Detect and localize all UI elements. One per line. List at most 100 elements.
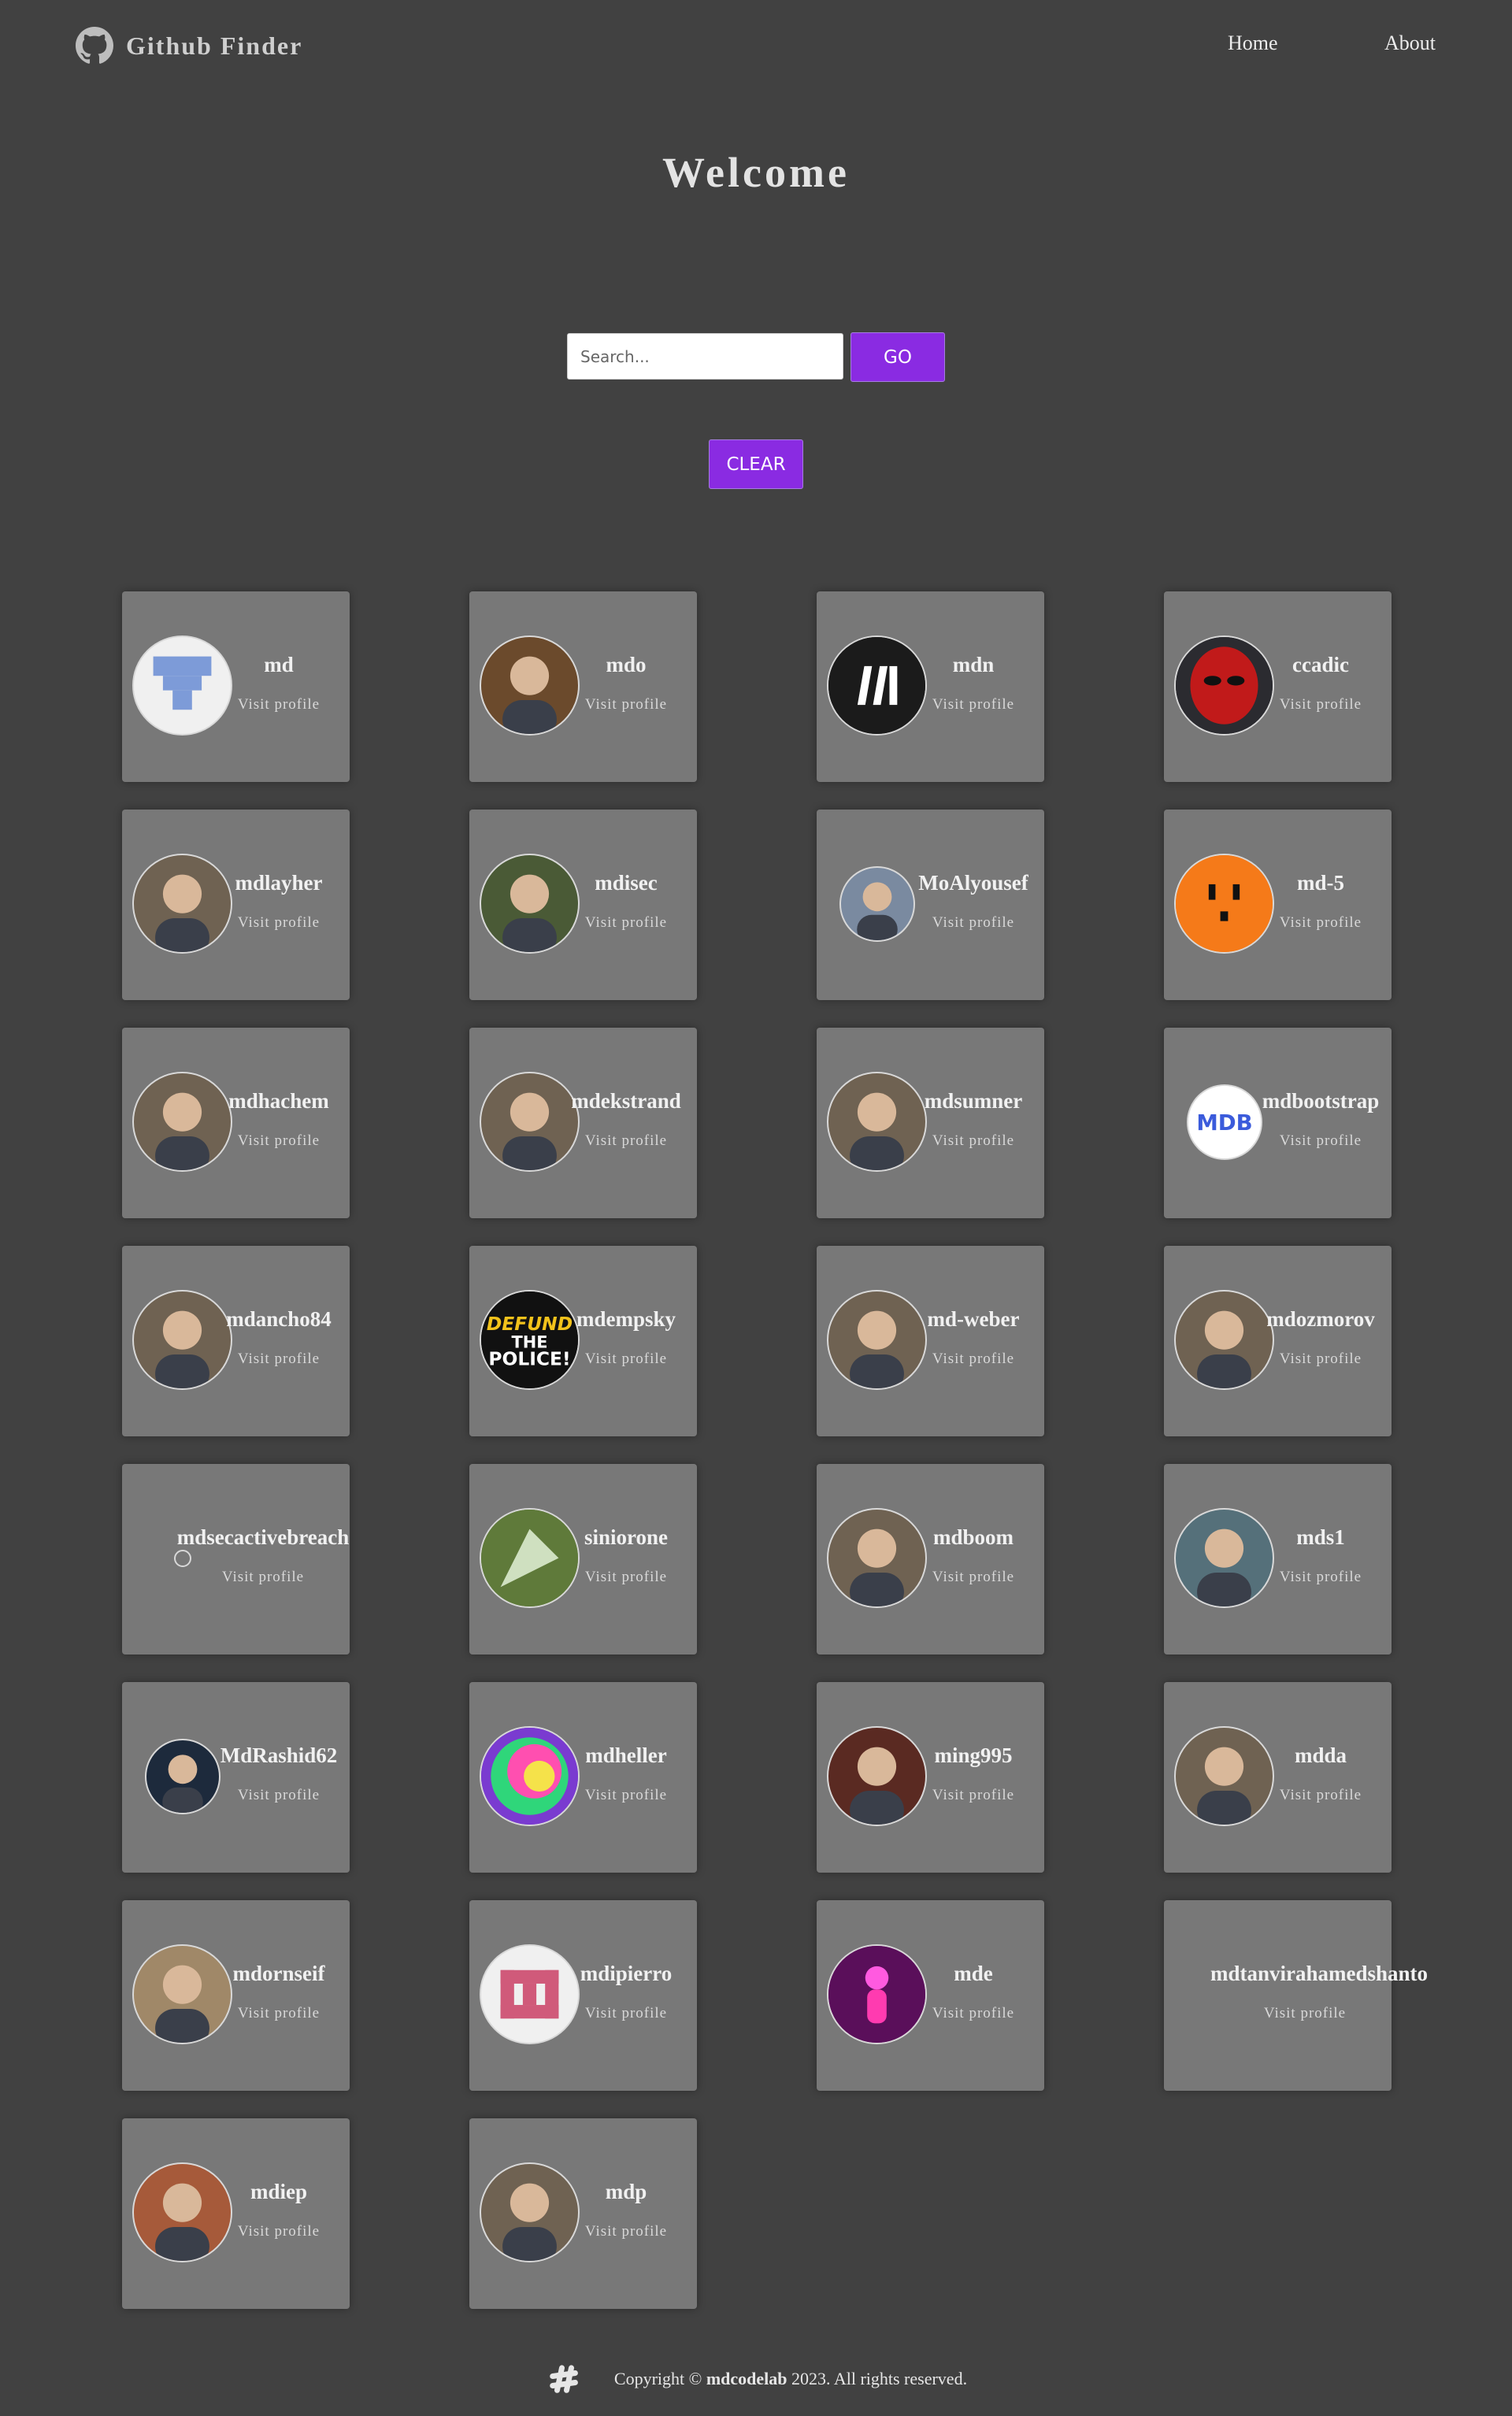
- visit-profile-link[interactable]: Visit profile: [555, 696, 697, 713]
- user-card-text: mde Visit profile: [902, 1962, 1044, 2022]
- user-login: mdekstrand: [571, 1089, 681, 1113]
- user-login: mdlayher: [235, 871, 323, 895]
- visit-profile-link[interactable]: Visit profile: [1250, 914, 1392, 932]
- visit-profile-link[interactable]: Visit profile: [1250, 1132, 1392, 1150]
- user-card-text: mdp Visit profile: [555, 2180, 697, 2240]
- user-card: mds1 Visit profile: [1164, 1464, 1392, 1655]
- search-input[interactable]: [567, 333, 843, 380]
- visit-profile-link[interactable]: Visit profile: [555, 1569, 697, 1586]
- user-card: siniorone Visit profile: [469, 1464, 697, 1655]
- visit-profile-link[interactable]: Visit profile: [555, 2223, 697, 2240]
- user-card-text: mdo Visit profile: [555, 653, 697, 713]
- visit-profile-link[interactable]: Visit profile: [1210, 2005, 1399, 2022]
- user-card: ccadic Visit profile: [1164, 591, 1392, 782]
- page-title: Welcome: [662, 149, 850, 196]
- visit-profile-link[interactable]: Visit profile: [208, 1351, 350, 1368]
- user-card: MoAlyousef Visit profile: [817, 810, 1044, 1000]
- visit-profile-link[interactable]: Visit profile: [902, 1569, 1044, 1586]
- user-card-text: md Visit profile: [208, 653, 350, 713]
- user-login: mdempsky: [576, 1307, 676, 1331]
- clear-button[interactable]: CLEAR: [709, 439, 803, 489]
- brand[interactable]: Github Finder: [76, 27, 302, 65]
- visit-profile-link[interactable]: Visit profile: [169, 1569, 358, 1586]
- visit-profile-link[interactable]: Visit profile: [555, 914, 697, 932]
- visit-profile-link[interactable]: Visit profile: [1250, 1569, 1392, 1586]
- visit-profile-link[interactable]: Visit profile: [208, 2005, 350, 2022]
- user-card: mdornseif Visit profile: [122, 1900, 350, 2091]
- user-login: MdRashid62: [220, 1743, 338, 1767]
- user-card: mdheller Visit profile: [469, 1682, 697, 1873]
- visit-profile-link[interactable]: Visit profile: [902, 696, 1044, 713]
- user-card: mdtanvirahamedshanto Visit profile: [1164, 1900, 1428, 2091]
- user-card-text: md-5 Visit profile: [1250, 871, 1392, 932]
- visit-profile-link[interactable]: Visit profile: [555, 1787, 697, 1804]
- user-card-text: mdekstrand Visit profile: [555, 1089, 697, 1150]
- user-login: ccadic: [1292, 653, 1349, 676]
- go-button[interactable]: GO: [850, 332, 945, 382]
- visit-profile-link[interactable]: Visit profile: [555, 1351, 697, 1368]
- visit-profile-link[interactable]: Visit profile: [555, 2005, 697, 2022]
- visit-profile-link[interactable]: Visit profile: [208, 914, 350, 932]
- user-login: mdheller: [585, 1743, 667, 1767]
- user-card-text: mdboom Visit profile: [902, 1525, 1044, 1586]
- user-card-text: mdda Visit profile: [1250, 1743, 1392, 1804]
- user-card: mdo Visit profile: [469, 591, 697, 782]
- visit-profile-link[interactable]: Visit profile: [1250, 1351, 1392, 1368]
- user-card: md-5 Visit profile: [1164, 810, 1392, 1000]
- user-card: mde Visit profile: [817, 1900, 1044, 2091]
- visit-profile-link[interactable]: Visit profile: [902, 2005, 1044, 2022]
- user-login: mdp: [605, 2180, 647, 2203]
- user-login: mdornseif: [232, 1962, 325, 1985]
- user-login: mdboom: [932, 1525, 1014, 1549]
- visit-profile-link[interactable]: Visit profile: [902, 1132, 1044, 1150]
- user-card-text: MdRashid62 Visit profile: [208, 1743, 350, 1804]
- brand-title: Github Finder: [126, 31, 303, 60]
- visit-profile-link[interactable]: Visit profile: [1250, 1787, 1392, 1804]
- user-login: md-weber: [927, 1307, 1020, 1331]
- user-login: MoAlyousef: [918, 871, 1028, 895]
- user-card-text: mdipierro Visit profile: [555, 1962, 697, 2022]
- user-login: mds1: [1296, 1525, 1345, 1549]
- nav-home-link[interactable]: Home: [1228, 31, 1278, 55]
- user-card-text: mdtanvirahamedshanto Visit profile: [1210, 1962, 1428, 2022]
- user-card-text: md-weber Visit profile: [902, 1307, 1044, 1368]
- visit-profile-link[interactable]: Visit profile: [208, 1787, 350, 1804]
- visit-profile-link[interactable]: Visit profile: [1250, 696, 1392, 713]
- visit-profile-link[interactable]: Visit profile: [208, 696, 350, 713]
- visit-profile-link[interactable]: Visit profile: [208, 2223, 350, 2240]
- copyright-text: Copyright © mdcodelab 2023. All rights r…: [613, 2369, 968, 2388]
- user-card: DEFUND THE POLICE! mdempsky Visit profile: [469, 1246, 697, 1436]
- user-card: MDB mdbootstrap Visit profile: [1164, 1028, 1392, 1218]
- navbar: Github Finder Home About: [0, 0, 1512, 96]
- nav-about-link[interactable]: About: [1384, 31, 1436, 55]
- user-card-text: mdlayher Visit profile: [208, 871, 350, 932]
- user-login: mdsecactivebreach: [176, 1525, 350, 1549]
- user-card-text: mdempsky Visit profile: [555, 1307, 697, 1368]
- user-login: md-5: [1297, 871, 1344, 895]
- github-icon: [76, 27, 113, 64]
- user-login: ming995: [934, 1743, 1013, 1767]
- user-card: mdsecactivebreach Visit profile: [122, 1464, 350, 1655]
- visit-profile-link[interactable]: Visit profile: [902, 1787, 1044, 1804]
- user-card-text: mds1 Visit profile: [1250, 1525, 1392, 1586]
- visit-profile-link[interactable]: Visit profile: [902, 1351, 1044, 1368]
- user-card: md-weber Visit profile: [817, 1246, 1044, 1436]
- footer: Copyright © mdcodelab 2023. All rights r…: [0, 2359, 1512, 2399]
- user-login: mdda: [1294, 1743, 1347, 1767]
- user-card: ming995 Visit profile: [817, 1682, 1044, 1873]
- user-card-text: mdiep Visit profile: [208, 2180, 350, 2240]
- user-card-text: mdbootstrap Visit profile: [1250, 1089, 1392, 1150]
- user-login: mdhachem: [228, 1089, 329, 1113]
- user-card-text: mdsumner Visit profile: [902, 1089, 1044, 1150]
- user-login: mdbootstrap: [1262, 1089, 1380, 1113]
- user-card-text: ccadic Visit profile: [1250, 653, 1392, 713]
- user-login: mdozmorov: [1266, 1307, 1375, 1331]
- user-card-text: mdheller Visit profile: [555, 1743, 697, 1804]
- visit-profile-link[interactable]: Visit profile: [555, 1132, 697, 1150]
- copyright-owner[interactable]: mdcodelab: [706, 2369, 788, 2388]
- user-login: mdipierro: [580, 1962, 673, 1985]
- visit-profile-link[interactable]: Visit profile: [902, 914, 1044, 932]
- user-login: mdsumner: [924, 1089, 1023, 1113]
- visit-profile-link[interactable]: Visit profile: [208, 1132, 350, 1150]
- user-card-text: MoAlyousef Visit profile: [902, 871, 1044, 932]
